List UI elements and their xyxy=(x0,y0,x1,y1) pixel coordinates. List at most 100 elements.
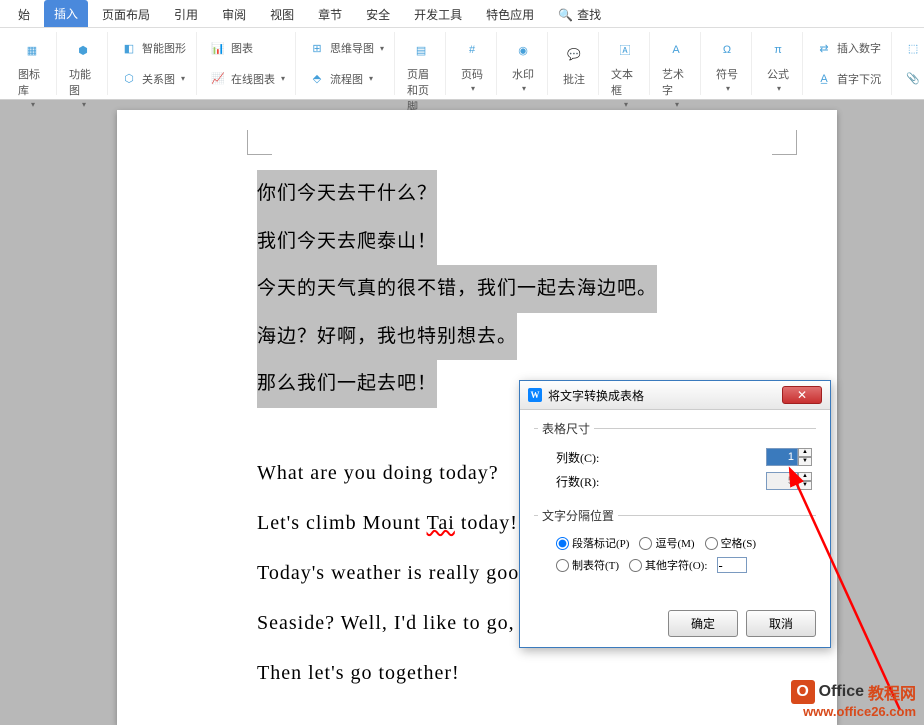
group-sep-legend: 文字分隔位置 xyxy=(538,507,618,524)
group-size-legend: 表格尺寸 xyxy=(538,420,594,437)
iconlib-icon: ▦ xyxy=(18,36,46,64)
rows-spin-down[interactable]: ▼ xyxy=(798,481,812,490)
group-table-size: 表格尺寸 列数(C): ▲ ▼ 行数(R): ▲ ▼ xyxy=(534,420,816,501)
textbox-button[interactable]: 🄰 文本框 xyxy=(607,34,643,111)
ribbon-group-charts: 📊 图表 📈 在线图表 xyxy=(199,32,296,95)
flowchart-button[interactable]: ⬘ 流程图 xyxy=(304,68,377,90)
cols-input[interactable] xyxy=(766,448,798,466)
tab-view[interactable]: 视图 xyxy=(260,2,304,27)
spellcheck-word: Tai xyxy=(427,512,455,534)
comment-label: 批注 xyxy=(563,71,585,87)
wordart-button[interactable]: A 艺术字 xyxy=(658,34,694,111)
headerfooter-button[interactable]: ▤ 页眉和页脚 xyxy=(403,34,439,116)
mindmap-icon: ⊞ xyxy=(308,39,326,57)
ok-button[interactable]: 确定 xyxy=(668,610,738,637)
wordart-icon: A xyxy=(662,36,690,64)
watermark-logo: O Office教程网 www.office26.com xyxy=(791,680,916,719)
object-button[interactable]: ⬚ 对象 xyxy=(900,37,924,59)
rows-input[interactable] xyxy=(766,472,798,490)
ribbon-group-object: ⬚ 对象 📎 插入附件 xyxy=(894,32,924,95)
cols-spin-down[interactable]: ▼ xyxy=(798,457,812,466)
ribbon-group-comment: 💬 批注 xyxy=(550,32,599,95)
dropcap-icon: A̲ xyxy=(815,70,833,88)
onlinechart-icon: 📈 xyxy=(209,70,227,88)
ribbon-group-wordart: A 艺术字 xyxy=(652,32,701,95)
tab-layout[interactable]: 页面布局 xyxy=(92,2,160,27)
symbol-icon: Ω xyxy=(713,36,741,64)
textbox-label: 文本框 xyxy=(611,66,639,98)
ribbon-group-func: ⬢ 功能图 xyxy=(59,32,108,95)
cn-line-1: 你们今天去干什么？ xyxy=(257,170,437,218)
symbol-button[interactable]: Ω 符号 xyxy=(709,34,745,95)
dialog-body: 表格尺寸 列数(C): ▲ ▼ 行数(R): ▲ ▼ xyxy=(520,410,830,600)
cn-line-2: 我们今天去爬泰山！ xyxy=(257,218,437,266)
chart-button[interactable]: 📊 图表 xyxy=(205,37,257,59)
ribbon-group-shapes: ◧ 智能图形 ⬡ 关系图 xyxy=(110,32,197,95)
insertnum-button[interactable]: ⇄ 插入数字 xyxy=(811,37,885,59)
tab-search[interactable]: 🔍 查找 xyxy=(548,2,611,27)
funcchart-button[interactable]: ⬢ 功能图 xyxy=(65,34,101,111)
sep-paragraph-radio[interactable]: 段落标记(P) xyxy=(556,535,629,551)
dialog-titlebar[interactable]: W 将文字转换成表格 ✕ xyxy=(520,381,830,410)
ribbon-group-textbox: 🄰 文本框 xyxy=(601,32,650,95)
flowchart-icon: ⬘ xyxy=(308,70,326,88)
menu-tabs: 始 插入 页面布局 引用 审阅 视图 章节 安全 开发工具 特色应用 🔍 查找 xyxy=(0,0,924,28)
textbox-icon: 🄰 xyxy=(611,36,639,64)
comment-button[interactable]: 💬 批注 xyxy=(556,39,592,89)
funcchart-label: 功能图 xyxy=(69,66,97,98)
symbol-label: 符号 xyxy=(716,66,738,82)
dropcap-button[interactable]: A̲ 首字下沉 xyxy=(811,68,885,90)
iconlib-button[interactable]: ▦ 图标库 xyxy=(14,34,50,111)
mindmap-button[interactable]: ⊞ 思维导图 xyxy=(304,37,388,59)
margin-corner-tr xyxy=(772,130,797,155)
insertnum-icon: ⇄ xyxy=(815,39,833,57)
tab-security[interactable]: 安全 xyxy=(356,2,400,27)
watermark-suffix: 教程网 xyxy=(868,680,916,704)
search-label: 查找 xyxy=(577,6,601,23)
dialog-close-button[interactable]: ✕ xyxy=(782,386,822,404)
flowchart-label: 流程图 xyxy=(330,71,363,87)
sep-space-radio[interactable]: 空格(S) xyxy=(705,535,756,551)
rows-spin-up[interactable]: ▲ xyxy=(798,472,812,481)
tab-special[interactable]: 特色应用 xyxy=(476,2,544,27)
cancel-button[interactable]: 取消 xyxy=(746,610,816,637)
smartshape-button[interactable]: ◧ 智能图形 xyxy=(116,37,190,59)
dialog-footer: 确定 取消 xyxy=(520,600,830,647)
tab-reference[interactable]: 引用 xyxy=(164,2,208,27)
watermark-url: www.office26.com xyxy=(791,704,916,719)
group-separator: 文字分隔位置 段落标记(P) 逗号(M) 空格(S) 制表符(T) 其他字符(O… xyxy=(534,507,816,584)
tab-start[interactable]: 始 xyxy=(8,2,40,27)
watermark-brand: Office xyxy=(819,683,864,701)
onlinechart-button[interactable]: 📈 在线图表 xyxy=(205,68,289,90)
smartshape-icon: ◧ xyxy=(120,39,138,57)
comment-icon: 💬 xyxy=(560,41,588,69)
attach-button[interactable]: 📎 插入附件 xyxy=(900,68,924,90)
dialog-logo-icon: W xyxy=(528,388,542,402)
sep-other-radio[interactable]: 其他字符(O): xyxy=(629,557,707,573)
margin-corner-tl xyxy=(247,130,272,155)
pagenum-icon: # xyxy=(458,36,486,64)
funcchart-icon: ⬢ xyxy=(69,36,97,64)
sep-other-input[interactable] xyxy=(717,557,747,573)
cn-line-3: 今天的天气真的很不错，我们一起去海边吧。 xyxy=(257,265,657,313)
equation-button[interactable]: π 公式 xyxy=(760,34,796,95)
iconlib-label: 图标库 xyxy=(18,66,46,98)
en-line-5: Then let's go together! xyxy=(257,648,797,698)
insertnum-label: 插入数字 xyxy=(837,40,881,56)
sep-comma-radio[interactable]: 逗号(M) xyxy=(639,535,694,551)
sep-tab-radio[interactable]: 制表符(T) xyxy=(556,557,619,573)
tab-devtools[interactable]: 开发工具 xyxy=(404,2,472,27)
tab-insert[interactable]: 插入 xyxy=(44,0,88,27)
pagenum-button[interactable]: # 页码 xyxy=(454,34,490,95)
relation-button[interactable]: ⬡ 关系图 xyxy=(116,68,189,90)
cols-spin-up[interactable]: ▲ xyxy=(798,448,812,457)
cols-label: 列数(C): xyxy=(556,449,614,466)
watermark-button[interactable]: ◉ 水印 xyxy=(505,34,541,95)
tab-chapter[interactable]: 章节 xyxy=(308,2,352,27)
tab-review[interactable]: 审阅 xyxy=(212,2,256,27)
ribbon-group-icons: ▦ 图标库 xyxy=(8,32,57,95)
ribbon-group-equation: π 公式 xyxy=(754,32,803,95)
equation-label: 公式 xyxy=(767,66,789,82)
watermark-icon: ◉ xyxy=(509,36,537,64)
smartshape-label: 智能图形 xyxy=(142,40,186,56)
